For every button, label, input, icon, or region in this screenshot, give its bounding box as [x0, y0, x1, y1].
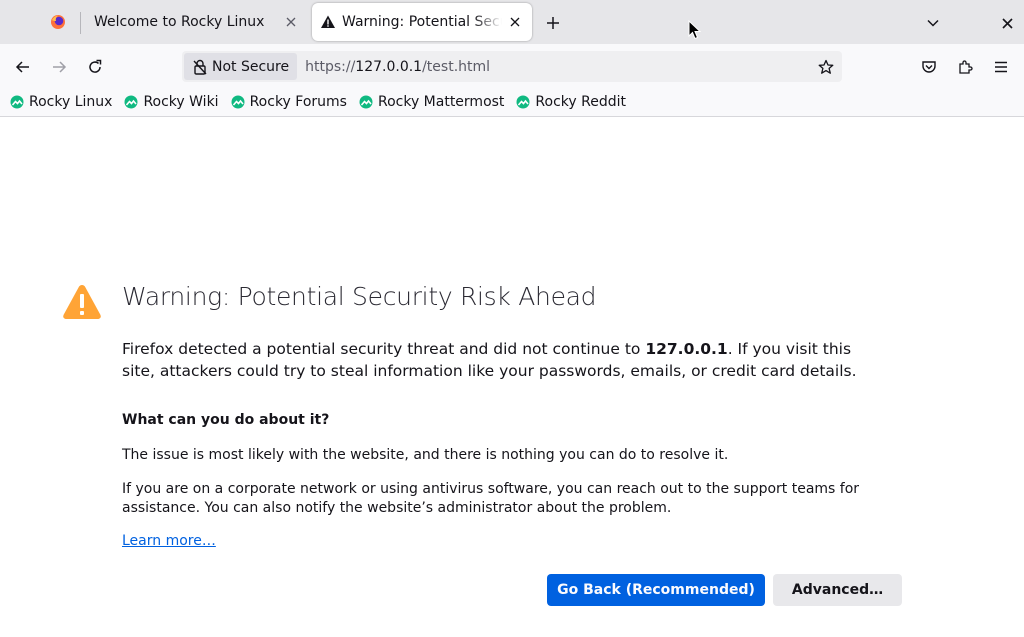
desc-host: 127.0.0.1 [645, 340, 728, 358]
bookmark-label: Rocky Linux [29, 94, 113, 110]
tab-label: Welcome to Rocky Linux [94, 14, 265, 30]
broken-lock-icon [193, 59, 207, 75]
tab-label: Warning: Potential Security Risk Ahead [342, 14, 502, 30]
tab-separator [80, 12, 81, 34]
close-icon [1001, 17, 1013, 29]
back-arrow-icon [15, 61, 29, 73]
hamburger-menu-icon [995, 61, 1007, 73]
firefox-view-button[interactable] [38, 3, 78, 41]
mouse-cursor-icon [688, 20, 702, 40]
bookmark-rocky-mattermost[interactable]: Rocky Mattermost [359, 94, 504, 110]
what-can-you-do-heading: What can you do about it? [122, 412, 330, 428]
bookmark-page-button[interactable] [814, 55, 838, 79]
bookmark-label: Rocky Forums [249, 94, 347, 110]
warning-favicon-icon [321, 15, 335, 28]
tab-welcome[interactable]: Welcome to Rocky Linux [82, 3, 308, 41]
back-button[interactable] [10, 54, 36, 80]
rocky-logo-icon [124, 95, 138, 109]
site-identity-button[interactable]: Not Secure [184, 53, 298, 80]
pocket-button[interactable] [916, 54, 942, 80]
issue-paragraph: The issue is most likely with the websit… [122, 447, 729, 463]
bookmark-label: Rocky Reddit [535, 94, 626, 110]
bookmark-label: Rocky Wiki [143, 94, 219, 110]
reload-icon [89, 59, 102, 73]
bookmark-rocky-reddit[interactable]: Rocky Reddit [516, 94, 626, 110]
bookmark-rocky-linux[interactable]: Rocky Linux [10, 94, 112, 110]
go-back-button[interactable]: Go Back (Recommended) [547, 574, 765, 606]
desc-text-start: Firefox detected a potential security th… [122, 340, 646, 358]
rocky-logo-icon [359, 95, 373, 109]
chevron-down-icon [927, 19, 939, 27]
page-title: Warning: Potential Security Risk Ahead [122, 282, 597, 311]
bookmark-rocky-wiki[interactable]: Rocky Wiki [124, 94, 219, 110]
rocky-logo-icon [10, 95, 24, 109]
error-page: Warning: Potential Security Risk Ahead F… [0, 118, 1024, 637]
tab-close-button[interactable] [506, 13, 524, 31]
url-prefix: https:// [305, 58, 356, 75]
reload-button[interactable] [82, 54, 108, 80]
app-menu-button[interactable] [988, 54, 1014, 80]
forward-arrow-icon [53, 61, 67, 73]
url-path: /test.html [422, 58, 491, 75]
not-secure-label: Not Secure [212, 58, 290, 75]
new-tab-button[interactable] [542, 12, 564, 34]
warning-triangle-icon [63, 285, 101, 319]
rocky-logo-icon [516, 95, 530, 109]
list-all-tabs-button[interactable] [922, 12, 944, 34]
error-description: Firefox detected a potential security th… [122, 338, 882, 382]
url-host: 127.0.0.1 [355, 58, 423, 75]
bookmarks-toolbar: Rocky Linux Rocky Wiki Rocky Forums Rock… [0, 88, 1024, 117]
window-close-button[interactable] [996, 12, 1018, 34]
forward-button[interactable] [46, 54, 72, 80]
url-bar[interactable]: Not Secure https://127.0.0.1/test.html [182, 51, 842, 82]
puzzle-icon [959, 60, 973, 74]
star-icon [818, 59, 834, 74]
plus-icon [547, 17, 559, 29]
rocky-logo-icon [231, 95, 245, 109]
bookmark-rocky-forums[interactable]: Rocky Forums [231, 94, 347, 110]
tab-warning[interactable]: Warning: Potential Security Risk Ahead [312, 3, 532, 41]
tab-strip: Welcome to Rocky Linux Warning: Potentia… [0, 0, 1024, 44]
pocket-icon [922, 61, 936, 73]
corporate-network-paragraph: If you are on a corporate network or usi… [122, 481, 860, 516]
firefox-view-icon [51, 15, 65, 29]
advanced-button[interactable]: Advanced… [773, 574, 902, 606]
tab-close-button[interactable] [282, 13, 300, 31]
learn-more-link[interactable]: Learn more… [122, 533, 216, 549]
close-icon [510, 17, 520, 27]
close-icon [286, 17, 296, 27]
url-text[interactable]: https://127.0.0.1/test.html [305, 59, 814, 75]
extensions-button[interactable] [952, 54, 978, 80]
bookmark-label: Rocky Mattermost [377, 94, 505, 110]
